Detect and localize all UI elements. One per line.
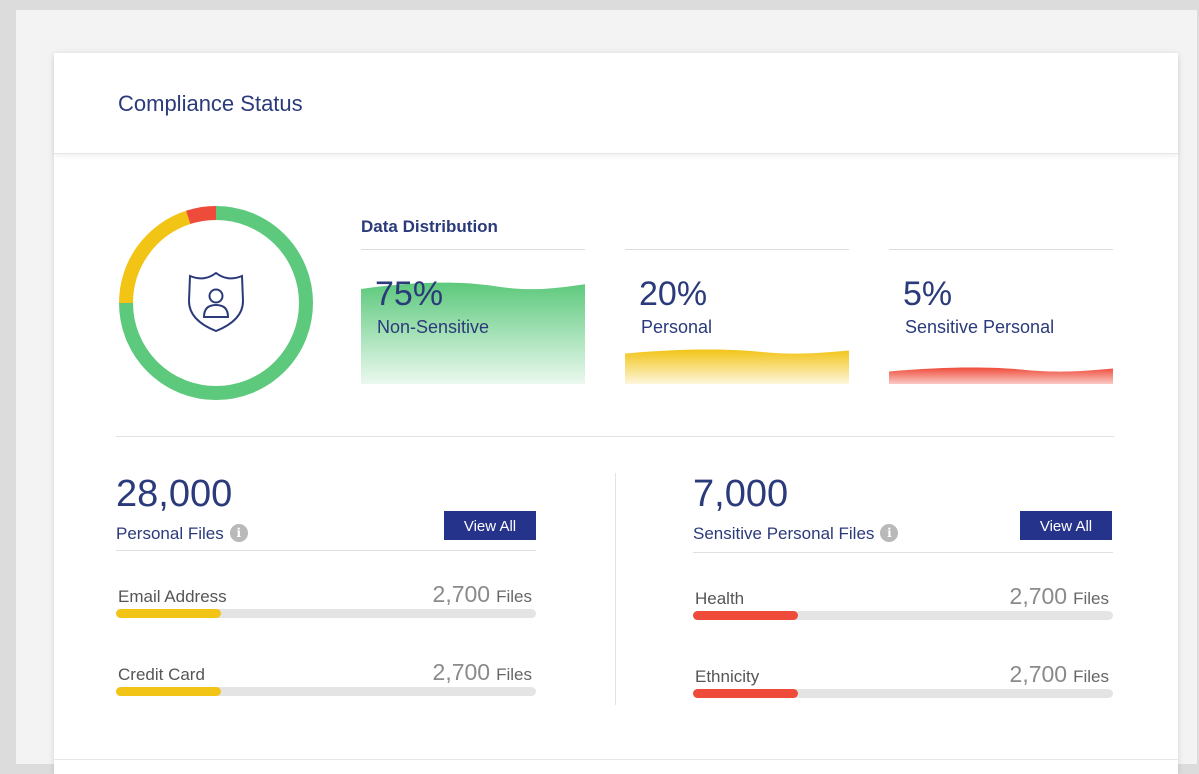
divider	[693, 552, 1113, 553]
donut-svg	[119, 206, 313, 400]
progress-fill	[116, 609, 221, 618]
donut-segment-sensitive-personal	[186, 206, 217, 225]
info-icon[interactable]: i	[229, 524, 248, 542]
sensitive-row-ethnicity: Ethnicity 2,700 Files	[693, 661, 1113, 707]
compliance-donut-chart	[116, 203, 316, 403]
page-background: Compliance Status Data Distribution 75% …	[16, 10, 1197, 774]
data-distribution-title: Data Distribution	[361, 217, 498, 236]
progress-track	[693, 611, 1113, 620]
info-icon[interactable]: i	[880, 524, 899, 542]
donut-segment-personal	[119, 210, 191, 304]
personal-label: Personal	[641, 317, 713, 337]
progress-fill	[693, 611, 798, 620]
non-sensitive-label: Non-Sensitive	[377, 317, 490, 337]
distribution-wave-fill	[625, 349, 849, 384]
row-count: 2,700 Files	[433, 659, 532, 686]
sensitive-personal-percent: 5%	[903, 275, 953, 313]
personal-files-label-text: Personal Files	[116, 524, 224, 543]
row-label: Credit Card	[118, 665, 205, 684]
progress-track	[116, 609, 536, 618]
row-label: Email Address	[118, 587, 227, 606]
card-title: Compliance Status	[118, 91, 303, 116]
sensitive-files-count: 7,000	[693, 473, 789, 515]
sensitive-view-all-button[interactable]: View All	[1020, 511, 1112, 540]
row-count: 2,700 Files	[433, 581, 532, 608]
personal-row-credit-card: Credit Card 2,700 Files	[116, 659, 536, 705]
card-bottom-divider	[54, 759, 1178, 760]
divider	[116, 550, 536, 551]
distribution-sensitive-personal: 5% Sensitive Personal	[889, 249, 1113, 389]
personal-view-all-button[interactable]: View All	[444, 511, 536, 540]
row-count-unit: Files	[1073, 589, 1109, 608]
section-divider	[116, 436, 1114, 437]
progress-track	[693, 689, 1113, 698]
progress-track	[116, 687, 536, 696]
compliance-status-card: Compliance Status Data Distribution 75% …	[54, 53, 1178, 774]
row-count: 2,700 Files	[1010, 583, 1109, 610]
personal-files-label: Personal Files i	[116, 524, 248, 544]
shield-user-icon	[187, 271, 245, 333]
row-count-unit: Files	[496, 665, 532, 684]
sensitive-row-health: Health 2,700 Files	[693, 583, 1113, 629]
row-count-unit: Files	[1073, 667, 1109, 686]
sensitive-files-label: Sensitive Personal Files i	[693, 524, 899, 544]
progress-fill	[116, 687, 221, 696]
row-label: Ethnicity	[695, 667, 760, 686]
progress-fill	[693, 689, 798, 698]
card-header: Compliance Status	[54, 53, 1178, 154]
non-sensitive-percent: 75%	[375, 275, 444, 313]
distribution-wave-fill	[889, 367, 1113, 384]
row-count-value: 2,700	[432, 581, 491, 607]
row-count-unit: Files	[496, 587, 532, 606]
distribution-non-sensitive: 75% Non-Sensitive	[361, 249, 585, 389]
personal-row-email: Email Address 2,700 Files	[116, 581, 536, 627]
row-count-value: 2,700	[432, 659, 491, 685]
row-count-value: 2,700	[1009, 661, 1068, 687]
sensitive-files-label-text: Sensitive Personal Files	[693, 524, 875, 543]
distribution-personal: 20% Personal	[625, 249, 849, 389]
row-count: 2,700 Files	[1010, 661, 1109, 688]
row-count-value: 2,700	[1009, 583, 1068, 609]
row-label: Health	[695, 589, 745, 608]
personal-percent: 20%	[639, 275, 708, 313]
personal-files-count: 28,000	[116, 473, 233, 515]
sensitive-personal-label: Sensitive Personal	[905, 317, 1055, 337]
column-divider	[615, 473, 616, 705]
